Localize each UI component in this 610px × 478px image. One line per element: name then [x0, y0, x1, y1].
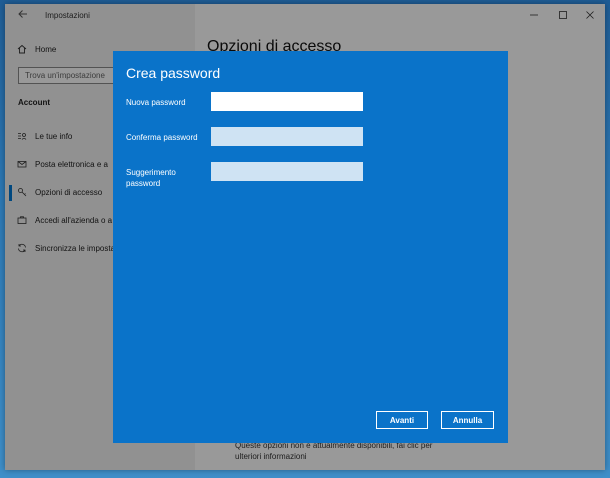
create-password-dialog: Crea password Nuova password Conferma pa…: [113, 51, 508, 443]
password-hint-field[interactable]: [211, 162, 363, 181]
cancel-button[interactable]: Annulla: [441, 411, 494, 429]
confirm-password-field[interactable]: [211, 127, 363, 146]
new-password-label: Nuova password: [126, 98, 186, 107]
password-hint-label: Suggerimento password: [126, 168, 176, 188]
next-button[interactable]: Avanti: [376, 411, 428, 429]
new-password-field[interactable]: [211, 92, 363, 111]
dialog-title: Crea password: [126, 65, 221, 81]
confirm-password-label: Conferma password: [126, 133, 198, 142]
